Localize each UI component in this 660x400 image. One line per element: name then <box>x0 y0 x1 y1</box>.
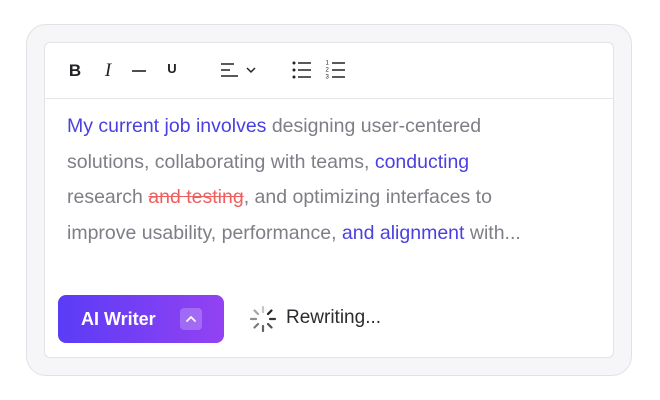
body-text: designing user-centered <box>266 115 482 137</box>
rich-text-editor: B I U 1 2 3 My current job involves desi… <box>44 42 614 358</box>
svg-text:1: 1 <box>326 61 330 67</box>
strikethrough-icon <box>132 70 146 72</box>
strikethrough-button[interactable] <box>130 59 148 81</box>
chevron-up-icon <box>186 316 196 322</box>
body-text: improve usability, performance, <box>67 221 342 244</box>
highlighted-text: and alignment <box>341 221 465 244</box>
formatting-toolbar: B I U 1 2 3 <box>45 43 613 99</box>
body-text: with... <box>464 221 521 244</box>
editor-content[interactable]: My current job involves designing user-c… <box>67 109 587 251</box>
spinner-icon <box>249 305 277 333</box>
bulleted-list-button[interactable] <box>291 59 313 81</box>
svg-text:2: 2 <box>326 68 330 74</box>
highlighted-text: conducting <box>374 150 470 173</box>
numbered-list-icon: 1 2 3 <box>326 61 345 81</box>
align-dropdown[interactable] <box>217 59 259 81</box>
underline-button[interactable]: U <box>165 57 179 79</box>
underline-icon: U <box>167 60 177 76</box>
chevron-down-icon <box>245 67 256 74</box>
bold-icon: B <box>68 60 82 80</box>
align-left-icon <box>220 63 238 77</box>
svg-text:3: 3 <box>326 75 330 81</box>
italic-button[interactable]: I <box>101 59 115 81</box>
bulleted-list-icon <box>292 61 311 79</box>
ai-writer-toggle[interactable] <box>180 308 202 330</box>
bold-button[interactable]: B <box>67 59 83 81</box>
highlighted-text: My current job involves <box>67 115 267 137</box>
italic-icon: I <box>104 59 112 81</box>
body-text: , and optimizing interfaces to <box>243 186 492 208</box>
numbered-list-button[interactable]: 1 2 3 <box>325 59 347 81</box>
deleted-text: and testing <box>148 186 244 208</box>
body-text: research <box>67 186 149 208</box>
status-text: Rewriting... <box>286 307 382 328</box>
ai-writer-label: AI Writer <box>81 308 156 329</box>
ai-writer-button[interactable]: AI Writer <box>58 295 224 343</box>
body-text: solutions, collaborating with teams, <box>67 150 375 173</box>
